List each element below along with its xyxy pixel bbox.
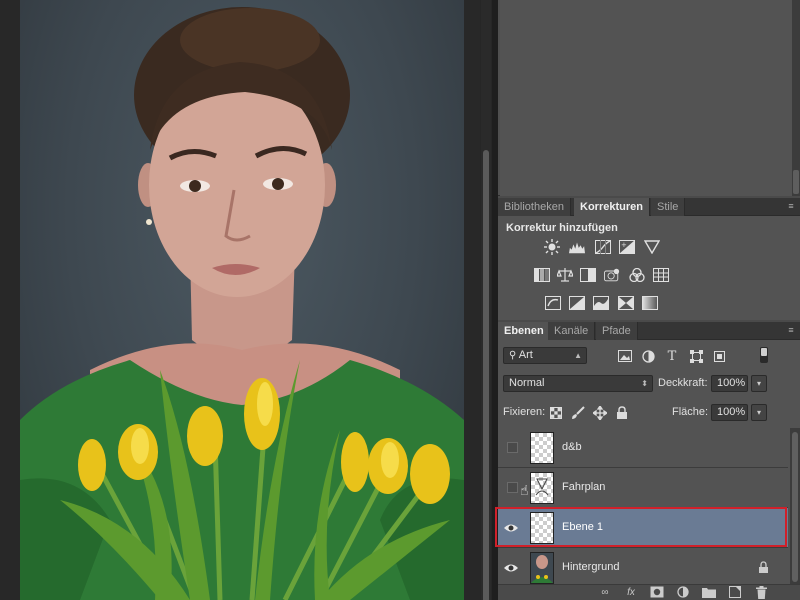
levels-icon[interactable] (569, 240, 585, 254)
lock-transparent-icon[interactable] (549, 406, 563, 420)
layer-row-hintergrund[interactable]: Hintergrund (498, 548, 788, 588)
lock-pixels-brush-icon[interactable] (571, 406, 585, 420)
folder-icon[interactable] (702, 586, 716, 600)
filter-label: Art (518, 349, 533, 361)
fill-input[interactable]: 100% (711, 404, 748, 421)
layer-name[interactable]: Ebene 1 (562, 521, 603, 533)
layers-tabbar: Ebenen Kanäle Pfade ≡ (498, 322, 800, 340)
panel-menu-icon[interactable]: ≡ (786, 200, 796, 212)
right-panels: Bibliotheken Korrekturen Stile ≡ Korrekt… (495, 0, 800, 600)
tab-pfade[interactable]: Pfade (596, 322, 638, 340)
portrait-photo (20, 0, 464, 600)
portrait-illustration (20, 7, 464, 600)
top-empty-panel (498, 0, 800, 196)
layers-scroll-thumb[interactable] (792, 432, 798, 582)
color-lookup-icon[interactable] (653, 268, 669, 282)
lock-label: Fixieren: (503, 406, 546, 418)
hue-saturation-icon[interactable] (534, 268, 550, 282)
filter-adjustment-icon[interactable] (641, 349, 655, 363)
filter-arrows-icon: ▲ (574, 351, 582, 360)
filter-search-icon: ⚲ (509, 350, 517, 361)
hand-cursor-icon: ☝ (520, 482, 529, 498)
layer-thumbnail (530, 552, 554, 584)
fahrplan-thumb-drawing-icon (535, 478, 549, 496)
opacity-dropdown-button[interactable]: ▾ (751, 375, 767, 392)
posterize-icon[interactable] (569, 296, 585, 310)
canvas-scrollbar[interactable] (481, 0, 491, 600)
brightness-icon[interactable] (544, 239, 560, 255)
blend-mode-arrows-icon: ⬍ (641, 379, 648, 388)
layer-name[interactable]: Fahrplan (562, 481, 605, 493)
invert-icon[interactable] (545, 296, 561, 310)
tab-korrekturen[interactable]: Korrekturen (574, 198, 650, 216)
opacity-input[interactable]: 100% (711, 375, 748, 392)
layer-row-db[interactable]: d&b (498, 428, 788, 468)
corrections-title: Korrektur hinzufügen (506, 222, 618, 234)
corrections-panel: Bibliotheken Korrekturen Stile ≡ Korrekt… (498, 198, 800, 320)
lock-position-icon[interactable] (593, 406, 607, 420)
filter-shape-icon[interactable] (689, 349, 703, 363)
tab-kanaele[interactable]: Kanäle (548, 322, 596, 340)
channel-mixer-icon[interactable] (629, 268, 645, 282)
link-icon[interactable]: ∞ (598, 586, 612, 600)
filter-smartobject-icon[interactable] (712, 349, 726, 363)
trash-icon[interactable] (754, 586, 768, 600)
layer-thumbnail (530, 432, 554, 464)
layers-scrollbar[interactable] (790, 428, 800, 584)
top-panel-content (500, 0, 792, 196)
blend-mode-value: Normal (509, 377, 545, 389)
fill-dropdown-button[interactable]: ▾ (751, 404, 767, 421)
visibility-toggle-off[interactable] (507, 442, 518, 453)
filter-pixel-icon[interactable] (618, 349, 632, 363)
exposure-icon[interactable]: + (619, 240, 635, 254)
top-panel-scroll-thumb[interactable] (793, 170, 799, 194)
black-white-icon[interactable] (580, 268, 596, 282)
filter-text-icon[interactable]: T (665, 349, 679, 364)
layer-list: d&b Fahrplan ☝ Ebene 1 Hintergrund (495, 428, 788, 588)
photo-filter-icon[interactable] (604, 268, 620, 282)
layer-name[interactable]: Hintergrund (562, 561, 619, 573)
layers-bottom-toolbar: ∞ fx (498, 584, 800, 600)
svg-text:+: + (621, 241, 627, 249)
layer-row-fahrplan[interactable]: Fahrplan ☝ (498, 468, 788, 508)
new-layer-icon[interactable] (728, 586, 742, 600)
layer-row-ebene-1[interactable]: Ebene 1 (498, 508, 788, 548)
document-canvas[interactable] (0, 0, 480, 600)
tab-stile[interactable]: Stile (651, 198, 686, 216)
threshold-icon[interactable] (593, 296, 609, 310)
curves-icon[interactable] (595, 240, 611, 254)
vibrance-icon[interactable] (644, 240, 660, 254)
lock-icon (758, 561, 769, 577)
layer-filter-select[interactable]: ⚲ Art ▲ (503, 347, 587, 364)
eye-icon[interactable] (504, 521, 518, 535)
opacity-label: Deckkraft: (658, 377, 708, 389)
layers-panel-menu-icon[interactable]: ≡ (786, 324, 796, 336)
top-panel-scrollbar[interactable] (792, 0, 800, 196)
lock-all-icon[interactable] (615, 406, 629, 420)
gradient-map-icon[interactable] (642, 296, 658, 310)
layer-name[interactable]: d&b (562, 441, 582, 453)
filter-toggle[interactable] (760, 347, 768, 363)
canvas-scrollbar-thumb[interactable] (483, 150, 489, 600)
layers-panel: Ebenen Kanäle Pfade ≡ ⚲ Art ▲ T Normal ⬍ (495, 322, 800, 600)
selective-color-icon[interactable] (618, 296, 634, 310)
blend-mode-select[interactable]: Normal ⬍ (503, 375, 653, 392)
layer-thumbnail (530, 512, 554, 544)
fill-label: Fläche: (672, 406, 709, 418)
filter-toggle-knob (761, 348, 767, 356)
tab-ebenen[interactable]: Ebenen (498, 322, 551, 340)
layer-thumbnail (530, 472, 554, 504)
fx-icon[interactable]: fx (624, 586, 638, 600)
corrections-tabbar: Bibliotheken Korrekturen Stile ≡ (498, 198, 800, 216)
tab-bibliotheken[interactable]: Bibliotheken (498, 198, 571, 216)
background-thumb-portrait-icon (531, 555, 553, 583)
eye-icon[interactable] (504, 561, 518, 575)
color-balance-icon[interactable] (557, 268, 573, 282)
adjustment-icon[interactable] (676, 586, 690, 600)
visibility-toggle-off[interactable] (507, 482, 518, 493)
mask-icon[interactable] (650, 586, 664, 600)
